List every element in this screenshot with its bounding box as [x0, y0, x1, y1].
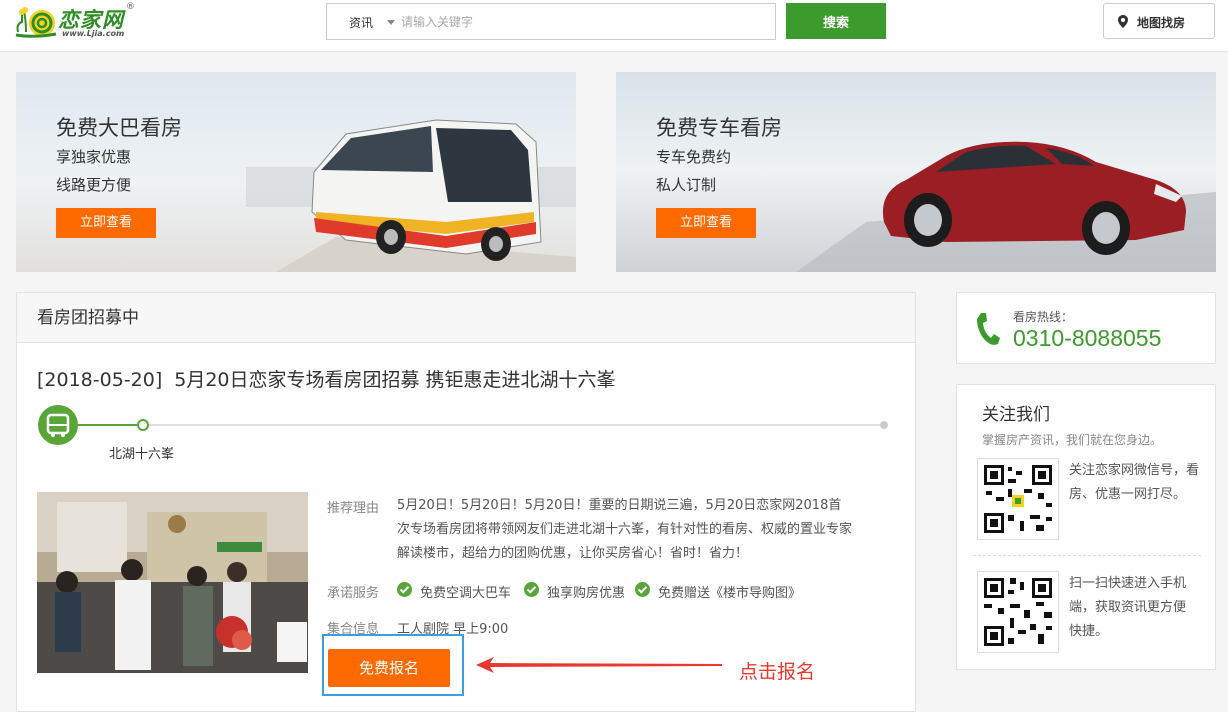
logo-url: www.Ljia.com [62, 29, 125, 38]
chevron-down-icon[interactable] [387, 20, 395, 25]
banner-title: 免费大巴看房 [56, 116, 182, 140]
panel-heading: 看房团招募中 [17, 293, 915, 343]
mobile-qr-code[interactable] [977, 571, 1059, 653]
hotline-label: 看房热线： [1013, 310, 1074, 324]
follow-subtitle: 掌握房产资讯，我们就在您身边。 [982, 433, 1163, 447]
map-pin-icon [1118, 15, 1128, 28]
route-line [78, 424, 884, 426]
divider [973, 555, 1201, 556]
arrow-left-icon [476, 657, 722, 673]
search-box: 资讯 [326, 3, 776, 40]
route-stop-marker [137, 419, 149, 431]
search-type-select[interactable]: 资讯 [349, 14, 373, 31]
snail-logo-icon [15, 7, 57, 38]
hotline-number[interactable]: 0310-8088055 [1013, 325, 1161, 352]
site-logo[interactable]: 恋家网 ® www.Ljia.com [14, 2, 144, 42]
check-icon [635, 582, 650, 597]
route-line-active [78, 424, 140, 426]
service-label: 承诺服务 [327, 586, 380, 601]
check-icon [524, 582, 539, 597]
banner-subtitle: 线路更方便 [56, 176, 132, 194]
phone-icon [977, 313, 1000, 345]
article-title-text: 5月20日恋家专场看房团招募 携钜惠走进北湖十六峯 [174, 369, 616, 391]
service-item: 独享购房优惠 [547, 586, 626, 601]
follow-title: 关注我们 [982, 405, 1050, 425]
check-icon [397, 582, 412, 597]
reason-label: 推荐理由 [327, 501, 380, 516]
banner-subtitle: 享独家优惠 [56, 148, 132, 166]
follow-us-card: 关注我们 掌握房产资讯，我们就在您身边。 关注恋家网微信号，看房、优惠一网打尽。 [956, 384, 1216, 670]
reason-text: 5月20日！5月20日！5月20日！重要的日期说三遍，5月20日恋家网2018首… [397, 498, 853, 561]
service-item: 免费赠送《楼市导购图》 [658, 586, 802, 601]
mobile-qr-caption: 扫一扫快速进入手机端，获取资讯更方便 快捷。 [1069, 576, 1187, 639]
article-date: [2018-05-20] [37, 369, 163, 391]
route-stop-label: 北湖十六峯 [109, 447, 175, 462]
car-illustration [796, 141, 1216, 272]
view-now-button[interactable]: 立即查看 [656, 208, 756, 238]
wechat-qr-caption: 关注恋家网微信号，看房、优惠一网打尽。 [1069, 463, 1200, 502]
free-signup-button[interactable]: 免费报名 [328, 649, 450, 687]
top-header: 恋家网 ® www.Ljia.com 资讯 搜索 地图找房 [0, 0, 1228, 52]
article-title[interactable]: [2018-05-20] 5月20日恋家专场看房团招募 携钜惠走进北湖十六峯 [37, 365, 616, 392]
bus-illustration [246, 119, 576, 272]
registered-mark: ® [126, 2, 135, 12]
banner-subtitle: 私人订制 [656, 176, 717, 194]
banner-subtitle: 专车免费约 [656, 148, 732, 166]
search-input[interactable] [401, 12, 761, 32]
service-item: 免费空调大巴车 [420, 586, 512, 601]
event-photo[interactable] [37, 492, 308, 673]
tour-group-panel: 看房团招募中 [2018-05-20] 5月20日恋家专场看房团招募 携钜惠走进北… [16, 292, 916, 712]
map-search-label: 地图找房 [1137, 16, 1186, 30]
bus-icon [38, 405, 78, 445]
map-search-button[interactable]: 地图找房 [1103, 3, 1215, 39]
click-signup-annotation: 点击报名 [739, 661, 816, 683]
route-end-marker [880, 421, 888, 429]
banner-title: 免费专车看房 [656, 116, 782, 140]
wechat-qr-code[interactable] [977, 458, 1059, 540]
view-now-button[interactable]: 立即查看 [56, 208, 156, 238]
banner-free-bus[interactable]: 免费大巴看房 享独家优惠 线路更方便 立即查看 [16, 72, 576, 272]
banner-private-car[interactable]: 免费专车看房 专车免费约 私人订制 立即查看 [616, 72, 1216, 272]
hotline-card: 看房热线： 0310-8088055 [956, 292, 1216, 364]
search-button[interactable]: 搜索 [786, 3, 886, 39]
